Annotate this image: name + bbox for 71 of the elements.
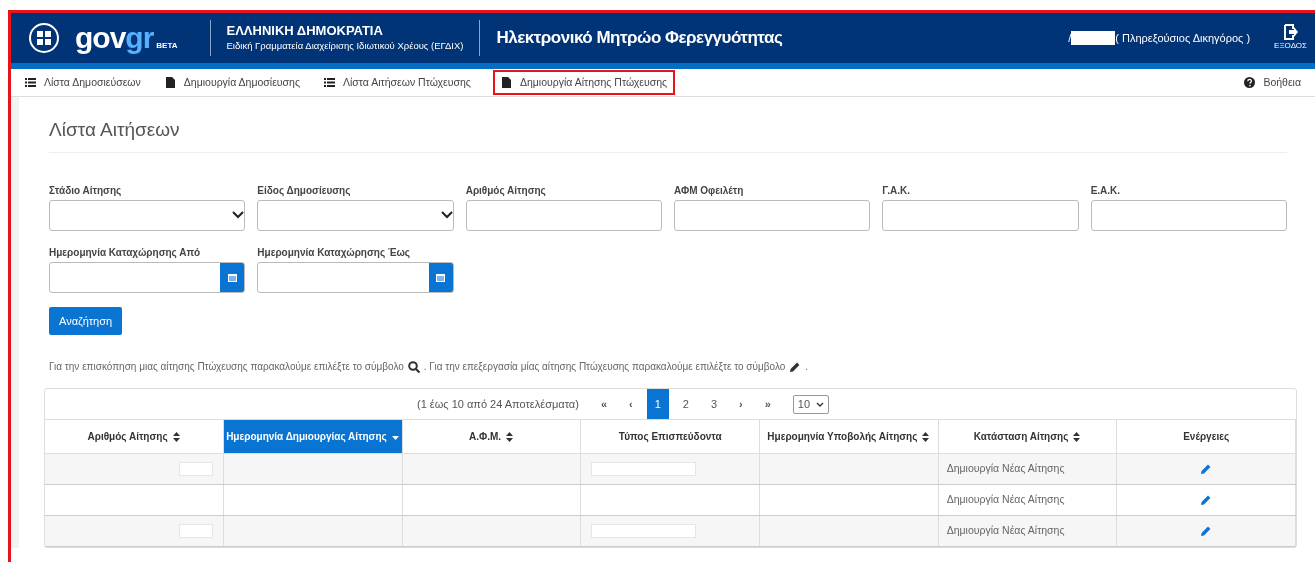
pencil-icon[interactable]	[1200, 525, 1213, 538]
page-link[interactable]: 3	[702, 389, 726, 420]
user-separator: /	[1068, 30, 1072, 46]
column-header[interactable]: Κατάσταση Αίτησης	[938, 420, 1117, 454]
help-link[interactable]: Βοήθεια	[1236, 69, 1309, 96]
date-field[interactable]	[257, 261, 454, 293]
chevron-down-icon	[816, 401, 825, 407]
org-title: ΕΛΛΗΝΙΚΗ ΔΗΜΟΚΡΑΤΙΑ	[226, 23, 384, 39]
logout-icon	[1282, 24, 1299, 40]
input-field[interactable]	[465, 199, 662, 231]
list-icon	[25, 77, 36, 88]
page-size-select[interactable]: 10	[792, 395, 830, 414]
field-label: Ημερομηνία Καταχώρησης Έως	[257, 245, 412, 260]
field-label: Στάδιο Αίτησης	[49, 183, 123, 198]
nav-link[interactable]: Λίστα Αιτήσεων Πτώχευσης	[316, 69, 479, 96]
column-header[interactable]: Ημερομηνία Υποβολής Αίτησης	[759, 420, 939, 454]
field-label: ΑΦΜ Οφειλέτη	[674, 183, 745, 198]
nav-link[interactable]: Δημιουργία Δημοσίευσης	[156, 69, 308, 96]
page-link[interactable]: 2	[674, 389, 697, 420]
date-field[interactable]	[49, 261, 246, 293]
emblem-icon	[29, 23, 59, 53]
pencil-icon	[789, 360, 802, 373]
input-field[interactable]	[882, 199, 1079, 231]
select-field[interactable]	[257, 199, 454, 231]
results-summary: (1 έως 10 από 24 Αποτελέσματα)	[417, 397, 579, 413]
page-link[interactable]: 1	[646, 389, 669, 420]
calendar-icon	[436, 272, 446, 282]
calendar-icon	[227, 272, 237, 282]
column-header[interactable]: Ημερομηνία Δημιουργίας Αίτησης	[223, 420, 403, 454]
table-cell: Δημιουργία Νέας Αίτησης	[938, 515, 1117, 547]
field-label: Αριθμός Αίτησης	[465, 183, 547, 198]
search-icon	[407, 360, 420, 373]
app-title: Ηλεκτρονικό Μητρώο Φερεγγυότητας	[496, 27, 783, 50]
chevron-down-icon	[232, 211, 245, 220]
org-subtitle: Ειδική Γραμματεία Διαχείρισης Ιδιωτικού Χρέους (ΕΓΔΙΧ)	[226, 38, 464, 53]
hint-text: . Για την επεξεργασία μίας αίτησης Πτώχευσης παρακαλούμε επιλέξτε το σύμβολο	[423, 360, 786, 375]
input-field[interactable]	[674, 199, 871, 231]
pager-arrow[interactable]: ›	[731, 389, 751, 420]
field-label: Ε.Α.Κ.	[1090, 183, 1122, 198]
document-icon	[164, 77, 176, 88]
pager-arrow[interactable]: ‹	[621, 389, 641, 420]
pager-arrow[interactable]: «	[592, 389, 615, 420]
nav-link[interactable]: Δημιουργία Αίτησης Πτώχευσης	[492, 69, 676, 96]
column-header[interactable]: Α.Φ.Μ.	[402, 420, 581, 454]
help-icon	[1244, 77, 1256, 88]
select-field[interactable]	[49, 199, 246, 231]
logout-link[interactable]: ΕΞΟΔΟΣ	[1274, 24, 1307, 52]
table-cell: Δημιουργία Νέας Αίτησης	[938, 484, 1117, 516]
column-header[interactable]: Τύπος Επισπεύδοντα	[580, 420, 760, 454]
pencil-icon[interactable]	[1200, 463, 1213, 476]
column-header[interactable]: Αριθμός Αίτησης	[45, 420, 224, 454]
table-cell: Δημιουργία Νέας Αίτησης	[938, 453, 1117, 485]
user-role: ( Πληρεξούσιος Δικηγόρος )	[1115, 30, 1251, 46]
input-field[interactable]	[1090, 199, 1287, 231]
calendar-button[interactable]	[428, 262, 453, 292]
field-label: Ημερομηνία Καταχώρησης Από	[49, 245, 202, 260]
pencil-icon[interactable]	[1200, 494, 1213, 507]
hint-text: Για την επισκόπηση μιας αίτησης Πτώχευσης παρακαλούμε επιλέξτε το σύμβολο	[49, 360, 404, 375]
field-label: Γ.Α.Κ.	[882, 183, 912, 198]
chevron-down-icon	[440, 211, 453, 220]
field-label: Είδος Δημοσίευσης	[257, 183, 352, 198]
nav-link[interactable]: Λίστα Δημοσιεύσεων	[17, 69, 149, 96]
column-header[interactable]: Ενέργειες	[1116, 420, 1296, 454]
document-icon	[500, 77, 512, 88]
calendar-button[interactable]	[220, 262, 245, 292]
page-title: Λίστα Αιτήσεων	[49, 119, 1287, 153]
logo: govgr BETA	[75, 23, 178, 53]
hint-text: .	[805, 360, 809, 375]
search-button[interactable]: Αναζήτηση	[49, 306, 123, 336]
pager-arrow[interactable]: »	[756, 389, 779, 420]
list-icon	[324, 77, 335, 88]
